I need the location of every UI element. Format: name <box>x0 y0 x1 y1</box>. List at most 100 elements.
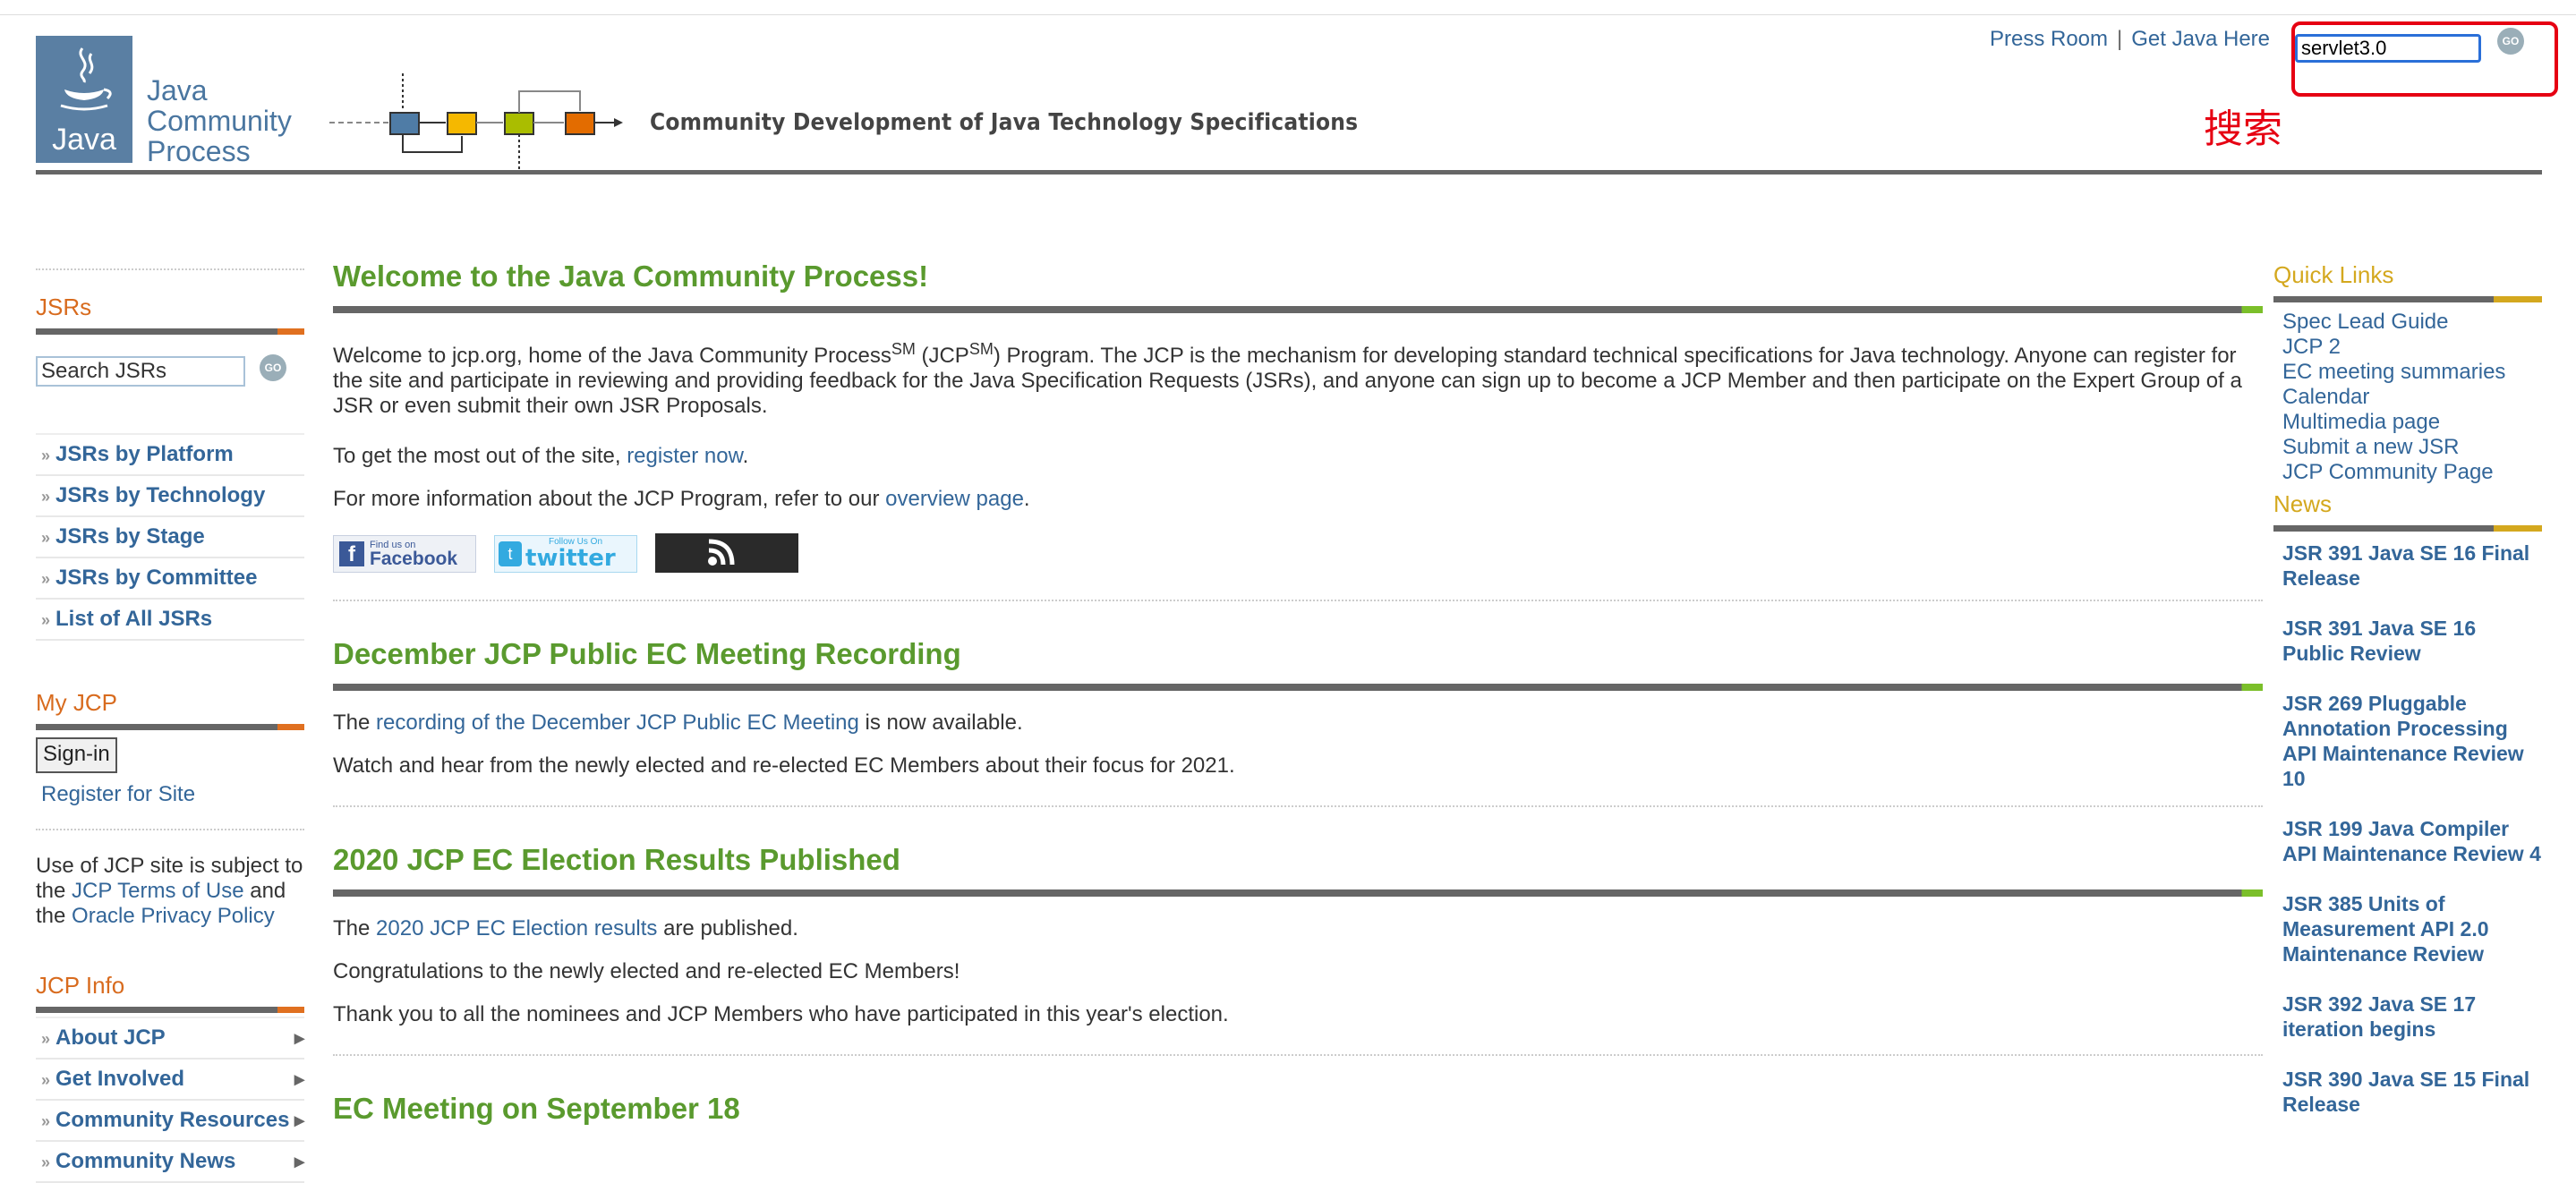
get-java-link[interactable]: Get Java Here <box>2131 27 2270 51</box>
news-list: JSR 391 Java SE 16 Final Release JSR 391… <box>2273 540 2542 1117</box>
chevron-right-icon: ▸ <box>294 1109 304 1131</box>
news-item[interactable]: JSR 199 Java Compiler API Maintenance Re… <box>2282 816 2542 866</box>
news-item[interactable]: JSR 391 Java SE 16 Public Review <box>2282 616 2542 666</box>
facebook-icon: f <box>339 541 364 566</box>
sidebar-item-community-news[interactable]: » Community News ▸ <box>36 1142 304 1183</box>
terms-text: Use of JCP site is subject to the JCP Te… <box>36 854 303 928</box>
sign-in-button[interactable]: Sign-in <box>36 737 117 773</box>
rss-icon <box>708 539 735 566</box>
jsrs-title: JSRs <box>36 294 92 320</box>
social-links: f Find us on Facebook t Follow Us On twi… <box>333 533 2263 573</box>
section-bar <box>2273 296 2542 302</box>
sidebar-item-jsrs-by-committee[interactable]: » JSRs by Committee <box>36 558 304 600</box>
raquo-icon: » <box>41 447 51 464</box>
java-logo[interactable]: Java <box>36 36 132 163</box>
twitter-button[interactable]: t Follow Us On twitter <box>494 535 637 573</box>
logo-word: Java <box>52 123 116 157</box>
jcp-info-title: JCP Info <box>36 972 125 999</box>
site-search-go-button[interactable]: GO <box>2497 28 2524 55</box>
section-heading: EC Meeting on September 18 <box>333 1092 740 1125</box>
heading-rule <box>333 889 2263 897</box>
header-divider <box>36 170 2542 174</box>
heading-rule <box>333 684 2263 691</box>
sidebar-item-about-jcp[interactable]: » About JCP ▸ <box>36 1018 304 1060</box>
twitter-icon: t <box>499 541 522 566</box>
main-content: Welcome to the Java Community Process! W… <box>333 260 2263 1126</box>
section-heading: December JCP Public EC Meeting Recording <box>333 637 961 670</box>
quick-links-list: Spec Lead Guide JCP 2 EC meeting summari… <box>2273 310 2542 485</box>
privacy-policy-link[interactable]: Oracle Privacy Policy <box>72 904 275 928</box>
raquo-icon: » <box>41 1030 51 1048</box>
news-item[interactable]: JSR 390 Java SE 15 Final Release <box>2282 1067 2542 1117</box>
election-results-link[interactable]: 2020 JCP EC Election results <box>376 916 657 940</box>
quick-link-submit-jsr[interactable]: Submit a new JSR <box>2282 435 2542 460</box>
divider <box>333 1054 2263 1056</box>
sidebar-item-community-resources[interactable]: » Community Resources ▸ <box>36 1101 304 1142</box>
section-bar <box>36 1007 304 1013</box>
welcome-heading: Welcome to the Java Community Process! <box>333 260 929 293</box>
site-tagline: Community Development of Java Technology… <box>650 109 1359 136</box>
divider <box>333 600 2263 601</box>
raquo-icon: » <box>41 611 51 629</box>
coffee-cup-icon <box>60 47 112 111</box>
quick-link-spec-lead-guide[interactable]: Spec Lead Guide <box>2282 310 2542 335</box>
sidebar-item-jsrs-by-platform[interactable]: » JSRs by Platform <box>36 435 304 476</box>
sidebar-item-list-of-all-jsrs[interactable]: » List of All JSRs <box>36 600 304 641</box>
chevron-right-icon: ▸ <box>294 1068 304 1090</box>
register-paragraph: To get the most out of the site, registe… <box>333 444 749 468</box>
raquo-icon: » <box>41 1153 51 1171</box>
section-bar <box>2273 525 2542 532</box>
news-item[interactable]: JSR 385 Units of Measurement API 2.0 Mai… <box>2282 891 2542 966</box>
sidebar-item-jsrs-by-technology[interactable]: » JSRs by Technology <box>36 476 304 517</box>
quick-links-title: Quick Links <box>2273 261 2394 288</box>
news-item[interactable]: JSR 391 Java SE 16 Final Release <box>2282 540 2542 591</box>
raquo-icon: » <box>41 570 51 588</box>
rss-feed-button[interactable] <box>655 533 798 573</box>
logo-text: Java Community Process <box>147 74 292 167</box>
quick-link-multimedia[interactable]: Multimedia page <box>2282 410 2542 435</box>
process-diagram <box>329 73 623 175</box>
raquo-icon: » <box>41 488 51 506</box>
divider <box>333 805 2263 807</box>
jsr-search-go-button[interactable]: GO <box>260 354 286 381</box>
overview-page-link[interactable]: overview page <box>885 487 1024 511</box>
raquo-icon: » <box>41 1112 51 1130</box>
top-border <box>0 14 2576 15</box>
quick-link-calendar[interactable]: Calendar <box>2282 385 2542 410</box>
terms-of-use-link[interactable]: JCP Terms of Use <box>72 879 244 903</box>
section-paragraph: Congratulations to the newly elected and… <box>333 959 960 983</box>
recording-link[interactable]: recording of the December JCP Public EC … <box>376 711 859 735</box>
divider <box>36 829 304 830</box>
jcp-info-list: » About JCP ▸ » Get Involved ▸ » Community Re… <box>36 1017 304 1183</box>
chevron-right-icon: ▸ <box>294 1026 304 1049</box>
news-section-1: December JCP Public EC Meeting Recording… <box>333 637 2263 807</box>
press-room-link[interactable]: Press Room <box>1990 27 2108 51</box>
section-bar <box>36 328 304 335</box>
chevron-right-icon: ▸ <box>294 1150 304 1172</box>
heading-rule <box>333 306 2263 313</box>
link-separator: | <box>2117 27 2123 51</box>
section-paragraph: Watch and hear from the newly elected an… <box>333 753 1235 778</box>
section-bar <box>36 724 304 730</box>
register-now-link[interactable]: register now <box>627 444 742 468</box>
news-item[interactable]: JSR 392 Java SE 17 iteration begins <box>2282 992 2542 1042</box>
raquo-icon: » <box>41 1071 51 1089</box>
section-paragraph: Thank you to all the nominees and JCP Me… <box>333 1002 1229 1026</box>
quick-link-community-page[interactable]: JCP Community Page <box>2282 460 2542 485</box>
jsr-search-input[interactable] <box>36 356 245 387</box>
register-link[interactable]: Register for Site <box>36 782 304 807</box>
sidebar-item-jsrs-by-stage[interactable]: » JSRs by Stage <box>36 517 304 558</box>
myjcp-title: My JCP <box>36 689 117 716</box>
sidebar-item-get-involved[interactable]: » Get Involved ▸ <box>36 1060 304 1101</box>
site-search-input[interactable] <box>2295 34 2481 63</box>
quick-link-ec-meeting-summaries[interactable]: EC meeting summaries <box>2282 360 2542 385</box>
overview-paragraph: For more information about the JCP Progr… <box>333 487 1030 511</box>
quick-link-jcp-2[interactable]: JCP 2 <box>2282 335 2542 360</box>
news-item[interactable]: JSR 269 Pluggable Annotation Processing … <box>2282 691 2542 791</box>
search-annotation-label: 搜索 <box>2204 106 2282 152</box>
left-sidebar: JSRs GO »JSRs by Platform »JSRs by Techn… <box>36 268 304 1183</box>
right-sidebar: Quick Links Spec Lead Guide JCP 2 EC mee… <box>2273 261 2542 1142</box>
top-links: Press Room | Get Java Here <box>1990 27 2270 52</box>
section-heading: 2020 JCP EC Election Results Published <box>333 843 900 876</box>
facebook-button[interactable]: f Find us on Facebook <box>333 535 476 573</box>
